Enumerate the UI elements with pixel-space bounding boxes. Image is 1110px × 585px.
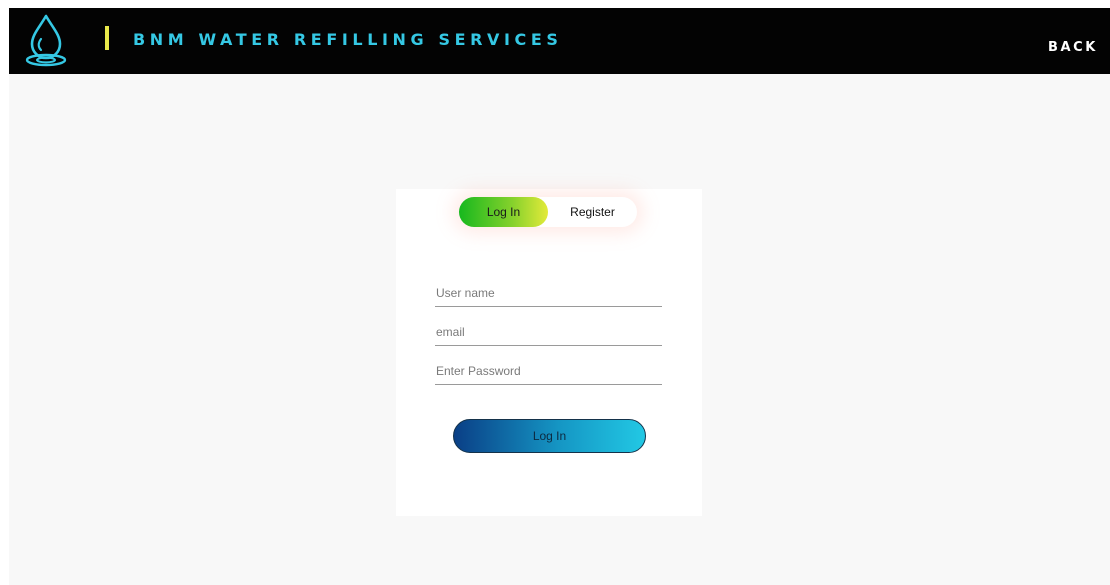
brand-title: BNM WATER REFILLING SERVICES [133,30,563,49]
header: BNM WATER REFILLING SERVICES BACK [9,8,1110,74]
auth-tab-toggle: Log In Register [459,197,637,227]
water-drop-icon [25,14,67,67]
username-field[interactable] [435,279,662,307]
page: BNM WATER REFILLING SERVICES BACK Log In… [9,8,1110,585]
login-submit-button[interactable]: Log In [453,419,646,453]
tab-register[interactable]: Register [548,197,637,227]
password-field[interactable] [435,357,662,385]
tab-login[interactable]: Log In [459,197,548,227]
back-link[interactable]: BACK [1048,40,1098,55]
email-field[interactable] [435,318,662,346]
brand-divider [105,26,109,50]
auth-card: Log In Register Log In [396,189,702,516]
